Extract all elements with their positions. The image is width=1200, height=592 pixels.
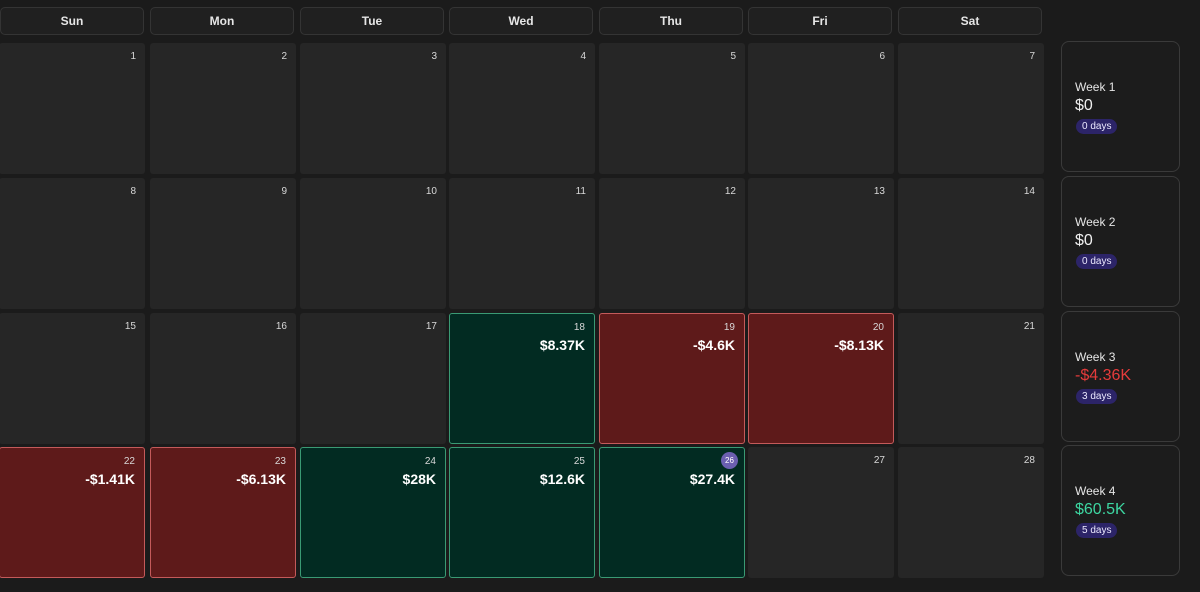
week-label: Week 2	[1075, 215, 1116, 229]
traded-days-badge: 0 days	[1076, 119, 1118, 134]
day-cell-6[interactable]: 6	[748, 43, 894, 174]
day-number: 8	[130, 186, 136, 197]
traded-days-badge: 3 days	[1076, 389, 1118, 404]
day-cell-28[interactable]: 28	[898, 447, 1044, 578]
day-cell-12[interactable]: 12	[599, 178, 745, 309]
day-cell-16[interactable]: 16	[150, 313, 296, 444]
day-number: 13	[873, 186, 885, 197]
weekday-header-thu: Thu	[599, 7, 743, 35]
day-pnl: -$8.13K	[834, 337, 884, 353]
day-number: 3	[431, 51, 437, 62]
day-number: 20	[872, 322, 884, 333]
week-total: $0	[1075, 97, 1093, 114]
week-summary-card-3[interactable]: Week 3 -$4.36K 3 days	[1061, 311, 1180, 442]
week-summary-card-1[interactable]: Week 1 $0 0 days	[1061, 41, 1180, 172]
day-pnl: $28K	[402, 471, 436, 487]
day-number: 4	[580, 51, 586, 62]
day-number: 1	[130, 51, 136, 62]
day-cell-23[interactable]: 23 -$6.13K	[150, 447, 296, 578]
day-cell-15[interactable]: 15	[0, 313, 145, 444]
day-cell-20[interactable]: 20 -$8.13K	[748, 313, 894, 444]
day-number: 2	[281, 51, 287, 62]
day-pnl: $8.37K	[539, 337, 585, 353]
day-pnl: -$1.41K	[85, 471, 135, 487]
day-number: 11	[575, 186, 586, 197]
day-cell-2[interactable]: 2	[150, 43, 296, 174]
day-cell-25[interactable]: 25 $12.6K	[449, 447, 595, 578]
week-label: Week 1	[1075, 80, 1116, 94]
day-cell-26[interactable]: 26 $27.4K	[599, 447, 745, 578]
day-cell-8[interactable]: 8	[0, 178, 145, 309]
day-number: 22	[123, 456, 135, 467]
day-cell-3[interactable]: 3	[300, 43, 446, 174]
day-number: 6	[879, 51, 885, 62]
day-number: 18	[573, 322, 585, 333]
day-cell-7[interactable]: 7	[898, 43, 1044, 174]
day-cell-17[interactable]: 17	[300, 313, 446, 444]
week-label: Week 4	[1075, 484, 1116, 498]
day-cell-5[interactable]: 5	[599, 43, 745, 174]
day-cell-14[interactable]: 14	[898, 178, 1044, 309]
week-summary-card-4[interactable]: Week 4 $60.5K 5 days	[1061, 445, 1180, 576]
day-number: 24	[424, 456, 436, 467]
week-total: -$4.36K	[1075, 367, 1132, 384]
day-number: 7	[1029, 51, 1035, 62]
day-cell-4[interactable]: 4	[449, 43, 595, 174]
day-cell-27[interactable]: 27	[748, 447, 894, 578]
day-number: 16	[275, 321, 287, 332]
day-number: 15	[124, 321, 136, 332]
day-cell-13[interactable]: 13	[748, 178, 894, 309]
day-pnl: -$4.6K	[692, 337, 735, 353]
day-cell-1[interactable]: 1	[0, 43, 145, 174]
day-pnl: $12.6K	[539, 471, 585, 487]
day-number: 28	[1023, 455, 1035, 466]
week-summary-card-2[interactable]: Week 2 $0 0 days	[1061, 176, 1180, 307]
day-number: 23	[274, 456, 286, 467]
day-pnl: $27.4K	[689, 471, 735, 487]
day-number: 17	[425, 321, 437, 332]
weekday-header-tue: Tue	[300, 7, 444, 35]
day-number: 5	[730, 51, 736, 62]
day-number: 10	[425, 186, 437, 197]
day-pnl: -$6.13K	[236, 471, 286, 487]
today-day-number: 26	[721, 452, 738, 469]
day-cell-19[interactable]: 19 -$4.6K	[599, 313, 745, 444]
day-number: 21	[1023, 321, 1035, 332]
day-cell-21[interactable]: 21	[898, 313, 1044, 444]
week-label: Week 3	[1075, 350, 1116, 364]
traded-days-badge: 5 days	[1076, 523, 1118, 538]
day-cell-11[interactable]: 11	[449, 178, 595, 309]
weekday-header-sat: Sat	[898, 7, 1042, 35]
day-number: 27	[873, 455, 885, 466]
day-number: 19	[723, 322, 735, 333]
day-number: 12	[724, 186, 736, 197]
day-number: 25	[573, 456, 585, 467]
day-number: 9	[281, 186, 287, 197]
week-total: $60.5K	[1075, 501, 1126, 518]
day-cell-18[interactable]: 18 $8.37K	[449, 313, 595, 444]
day-cell-10[interactable]: 10	[300, 178, 446, 309]
day-cell-9[interactable]: 9	[150, 178, 296, 309]
traded-days-badge: 0 days	[1076, 254, 1118, 269]
weekday-header-mon: Mon	[150, 7, 294, 35]
day-number: 14	[1023, 186, 1035, 197]
week-total: $0	[1075, 232, 1093, 249]
day-cell-24[interactable]: 24 $28K	[300, 447, 446, 578]
weekday-header-sun: Sun	[0, 7, 144, 35]
day-cell-22[interactable]: 22 -$1.41K	[0, 447, 145, 578]
weekday-header-wed: Wed	[449, 7, 593, 35]
pnl-calendar: Sun Mon Tue Wed Thu Fri Sat 1 2 3 4 5 6 7 8 9 10 11 12 13 1…	[0, 0, 1200, 592]
weekday-header-fri: Fri	[748, 7, 892, 35]
